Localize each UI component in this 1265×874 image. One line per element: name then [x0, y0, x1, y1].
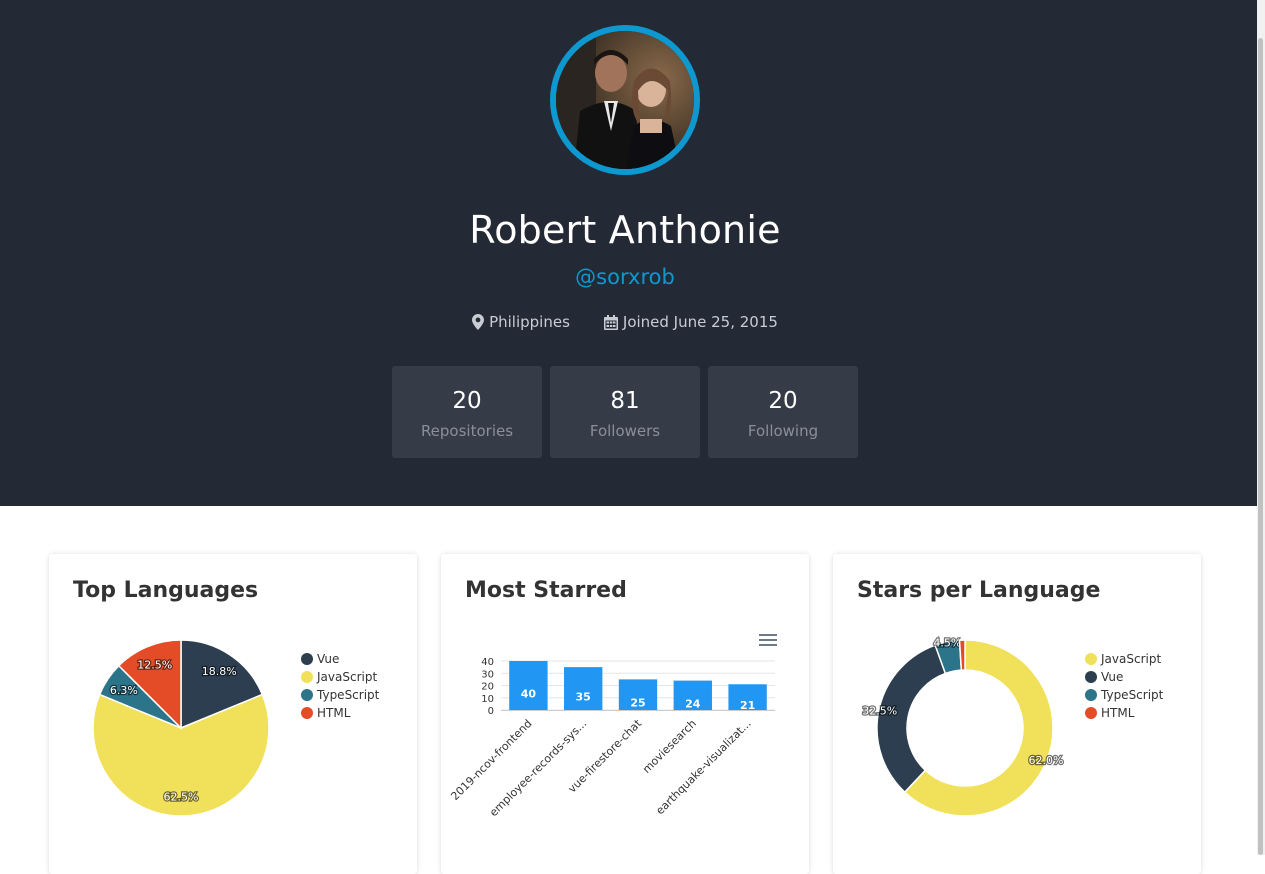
profile-header: Robert Anthonie @sorxrob Philippines Joi…: [0, 0, 1257, 506]
legend-item-vue[interactable]: Vue: [301, 650, 379, 668]
stat-value: 20: [452, 388, 482, 414]
legend-marker: [301, 671, 313, 683]
scrollbar-thumb[interactable]: [1258, 38, 1263, 855]
legend-marker: [1085, 707, 1097, 719]
legend-label: TypeScript: [1101, 688, 1164, 702]
legend-label: JavaScript: [317, 670, 378, 684]
card-title: Stars per Language: [857, 578, 1101, 603]
slice-label: 32.5%: [862, 704, 897, 717]
bar[interactable]: [564, 667, 603, 710]
calendar-icon: [603, 314, 618, 330]
legend-marker: [1085, 653, 1097, 665]
slice-label: 6.3%: [110, 684, 138, 697]
y-tick-label: 0: [488, 706, 494, 717]
bar-value-label: 21: [740, 699, 755, 712]
profile-handle[interactable]: @sorxrob: [0, 265, 1250, 289]
stats-row: 20 Repositories 81 Followers 20 Followin…: [392, 366, 858, 458]
stat-label: Following: [747, 422, 819, 440]
bar[interactable]: [509, 661, 548, 710]
x-tick-label: moviesearch: [640, 717, 699, 776]
x-tick-label: employee-records-sys...: [487, 717, 589, 819]
legend-label: TypeScript: [317, 688, 380, 702]
legend-marker: [1085, 689, 1097, 701]
y-tick-label: 20: [481, 682, 494, 693]
legend-item-javascript[interactable]: JavaScript: [1085, 650, 1163, 668]
stat-repositories[interactable]: 20 Repositories: [392, 366, 542, 458]
profile-name: Robert Anthonie: [469, 208, 781, 252]
legend-item-typescript[interactable]: TypeScript: [1085, 686, 1163, 704]
location-text: Philippines: [489, 313, 570, 331]
legend-label: HTML: [1101, 706, 1135, 720]
stat-label: Repositories: [420, 422, 514, 440]
profile-meta: Philippines Joined June 25, 2015: [0, 313, 1250, 331]
legend-item-html[interactable]: HTML: [301, 704, 379, 722]
slice-label: 62.0%: [1029, 754, 1064, 767]
bar-value-label: 24: [685, 697, 701, 710]
legend-label: Vue: [1101, 670, 1124, 684]
slice-label: 4.5%: [933, 637, 961, 650]
card-title: Most Starred: [465, 578, 627, 603]
bar-value-label: 40: [521, 688, 537, 701]
y-tick-label: 30: [481, 669, 494, 680]
legend-marker: [301, 689, 313, 701]
top-languages-chart: 18.8% 62.5% 6.3% 12.5%: [92, 639, 270, 817]
legend-label: HTML: [317, 706, 351, 720]
x-tick-label: earthquake-visualizat...: [653, 717, 753, 817]
map-marker-icon: [472, 314, 485, 330]
y-tick-label: 10: [481, 694, 494, 705]
card-title: Top Languages: [73, 578, 259, 603]
stars-per-language-legend: JavaScript Vue TypeScript HTML: [1085, 650, 1163, 722]
bar-value-label: 35: [576, 691, 591, 704]
stat-following[interactable]: 20 Following: [708, 366, 858, 458]
bar-value-label: 25: [630, 697, 645, 710]
stars-per-language-card: Stars per Language 62.0% 32.5% 4.5% JavaSc…: [833, 554, 1201, 874]
avatar: [550, 25, 700, 175]
legend-label: JavaScript: [1101, 652, 1162, 666]
legend-marker: [1085, 671, 1097, 683]
top-languages-legend: Vue JavaScript TypeScript HTML: [301, 650, 379, 722]
joined-info: Joined June 25, 2015: [603, 313, 778, 331]
pie-slice-vue[interactable]: [876, 644, 947, 794]
stars-per-language-chart: 62.0% 32.5% 4.5%: [861, 635, 1065, 817]
legend-item-javascript[interactable]: JavaScript: [301, 668, 379, 686]
stat-followers[interactable]: 81 Followers: [550, 366, 700, 458]
legend-item-vue[interactable]: Vue: [1085, 668, 1163, 686]
most-starred-chart: 010203040402019-ncov-frontend35employee-…: [448, 657, 775, 819]
stat-value: 20: [768, 388, 798, 414]
legend-item-typescript[interactable]: TypeScript: [301, 686, 379, 704]
stat-value: 81: [610, 388, 640, 414]
legend-marker: [301, 707, 313, 719]
page-scrollbar[interactable]: [1257, 0, 1265, 855]
location-info: Philippines: [472, 313, 570, 331]
joined-text: Joined June 25, 2015: [622, 313, 778, 331]
slice-label: 18.8%: [202, 665, 237, 678]
slice-label: 62.5%: [164, 791, 199, 804]
legend-item-html[interactable]: HTML: [1085, 704, 1163, 722]
slice-label: 12.5%: [137, 659, 172, 672]
stat-label: Followers: [589, 422, 661, 440]
legend-marker: [301, 653, 313, 665]
legend-label: Vue: [317, 652, 340, 666]
top-languages-card: Top Languages 18.8% 62.5% 6.3% 12.5% Vue Jav…: [49, 554, 417, 874]
y-tick-label: 40: [481, 657, 494, 668]
most-starred-card: Most Starred 0 10 20 30 40 40 2019-ncov-fronte…: [441, 554, 809, 874]
